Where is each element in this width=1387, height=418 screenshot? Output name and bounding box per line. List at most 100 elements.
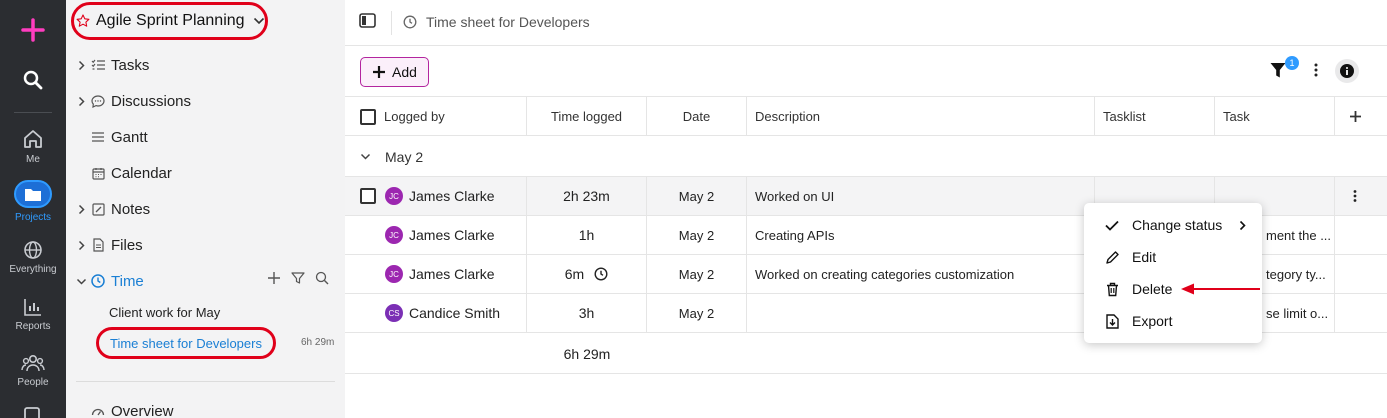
description-cell[interactable]: Creating APIs xyxy=(747,216,1095,254)
filter-icon[interactable] xyxy=(1270,62,1286,79)
description-cell[interactable] xyxy=(747,294,1095,332)
select-all-checkbox[interactable] xyxy=(360,108,376,125)
sidebar-item-files[interactable]: Files xyxy=(74,234,143,256)
column-header-tasklist[interactable]: Tasklist xyxy=(1095,97,1215,136)
monitor-icon xyxy=(24,407,40,418)
avatar: JC xyxy=(385,265,403,283)
rail-create[interactable] xyxy=(0,18,66,46)
chevron-down-icon[interactable] xyxy=(76,278,87,285)
column-header-time-logged[interactable]: Time logged xyxy=(527,97,647,136)
sidebar-item-label: Tasks xyxy=(111,56,150,74)
menu-item-change-status[interactable]: Change status xyxy=(1084,211,1262,239)
chevron-right-icon xyxy=(1239,220,1246,230)
avatar: JC xyxy=(385,226,403,244)
chevron-right-icon[interactable] xyxy=(78,96,85,107)
star-icon[interactable] xyxy=(76,14,90,28)
menu-item-edit[interactable]: Edit xyxy=(1084,243,1262,271)
project-switcher[interactable]: Agile Sprint Planning xyxy=(71,2,268,40)
sidebar-item-label: Files xyxy=(111,236,143,254)
menu-item-export[interactable]: Export xyxy=(1084,307,1262,335)
sidebar-item-label: Overview xyxy=(111,402,174,418)
rail-label: Reports xyxy=(15,321,51,332)
sidebar-item-label: Calendar xyxy=(111,164,172,182)
avatar: JC xyxy=(385,187,403,205)
sidebar-item-label: Notes xyxy=(111,200,151,218)
search-icon[interactable] xyxy=(315,271,329,285)
date-cell[interactable]: May 2 xyxy=(647,177,747,215)
rail-item-reports[interactable]: Reports xyxy=(0,297,66,332)
total-time: 6h 29m xyxy=(563,345,611,362)
sidebar-toggle-icon[interactable] xyxy=(359,13,376,28)
sidebar-item-time[interactable]: Time xyxy=(74,270,144,292)
user-name: James Clarke xyxy=(409,266,495,282)
rail-item-projects[interactable]: Projects xyxy=(0,180,66,223)
add-button[interactable]: Add xyxy=(360,57,429,87)
logged-by-cell: JC James Clarke xyxy=(345,255,527,293)
description-cell[interactable]: Worked on UI xyxy=(747,177,1095,215)
add-button-label: Add xyxy=(392,64,417,80)
column-header-date[interactable]: Date xyxy=(647,97,747,136)
more-vertical-icon[interactable] xyxy=(1308,62,1324,78)
logged-by-cell: CS Candice Smith xyxy=(345,294,527,332)
rail-item-me[interactable]: Me xyxy=(0,128,66,165)
menu-item-label: Change status xyxy=(1132,217,1223,233)
rail-item-people[interactable]: People xyxy=(0,353,66,388)
date-cell[interactable]: May 2 xyxy=(647,216,747,254)
sidebar-item-tasks[interactable]: Tasks xyxy=(74,54,149,76)
user-name: James Clarke xyxy=(409,227,495,243)
filter-icon[interactable] xyxy=(291,271,305,285)
rail-divider xyxy=(14,112,52,113)
timer-icon[interactable] xyxy=(594,267,608,281)
time-logged-cell[interactable]: 6m xyxy=(527,255,647,293)
time-logged-cell[interactable]: 3h xyxy=(527,294,647,332)
column-label: Tasklist xyxy=(1103,109,1146,124)
time-logged-cell[interactable]: 1h xyxy=(527,216,647,254)
column-header-description[interactable]: Description xyxy=(747,97,1095,136)
row-actions[interactable] xyxy=(1335,294,1375,332)
user-name: Candice Smith xyxy=(409,305,501,321)
sidebar-item-discussions[interactable]: Discussions xyxy=(74,90,191,112)
plus-icon[interactable] xyxy=(267,271,281,285)
column-header-task[interactable]: Task xyxy=(1215,97,1335,136)
globe-icon xyxy=(24,241,42,259)
row-actions[interactable] xyxy=(1335,216,1375,254)
description-cell[interactable]: Worked on creating categories customizat… xyxy=(747,255,1095,293)
info-button[interactable] xyxy=(1335,59,1359,83)
date-cell[interactable]: May 2 xyxy=(647,294,747,332)
row-actions[interactable] xyxy=(1335,255,1375,293)
chevron-right-icon[interactable] xyxy=(78,240,85,251)
calendar-icon xyxy=(91,167,105,180)
date-cell[interactable]: May 2 xyxy=(647,255,747,293)
rail-search[interactable] xyxy=(0,70,66,94)
sidebar-item-gantt[interactable]: Gantt xyxy=(74,126,148,148)
sidebar-item-overview[interactable]: Overview xyxy=(74,400,174,418)
more-vertical-icon[interactable] xyxy=(1348,189,1362,203)
sidebar-item-calendar[interactable]: Calendar xyxy=(74,162,172,184)
group-header[interactable]: May 2 xyxy=(345,137,1387,177)
avatar: CS xyxy=(385,304,403,322)
sidebar-item-notes[interactable]: Notes xyxy=(74,198,150,220)
chevron-right-icon[interactable] xyxy=(78,60,85,71)
file-icon xyxy=(92,238,104,252)
row-checkbox[interactable] xyxy=(360,188,376,204)
chevron-right-icon[interactable] xyxy=(78,204,85,215)
add-column-button[interactable] xyxy=(1335,97,1375,136)
annotation-arrow-icon xyxy=(1181,283,1260,295)
sidebar-subitem-client-work[interactable]: Client work for May xyxy=(109,305,220,320)
trash-icon xyxy=(1106,282,1118,296)
time-logged-cell[interactable]: 2h 23m xyxy=(527,177,647,215)
info-icon xyxy=(1340,64,1354,78)
rail-item-everything[interactable]: Everything xyxy=(0,240,66,275)
column-label: Logged by xyxy=(384,109,445,124)
sidebar-subitem-time-sheet[interactable]: Time sheet for Developers xyxy=(96,327,276,359)
row-actions[interactable] xyxy=(1335,177,1375,215)
column-header-logged-by[interactable]: Logged by xyxy=(345,97,527,136)
chevron-down-icon xyxy=(253,17,264,25)
plus-icon xyxy=(373,66,386,78)
column-label: Task xyxy=(1223,109,1250,124)
search-icon xyxy=(23,70,43,90)
rail-item-more[interactable] xyxy=(0,406,66,418)
rail-label: Projects xyxy=(14,212,52,223)
column-label: Time logged xyxy=(550,109,623,124)
chevron-down-icon[interactable] xyxy=(360,153,371,160)
